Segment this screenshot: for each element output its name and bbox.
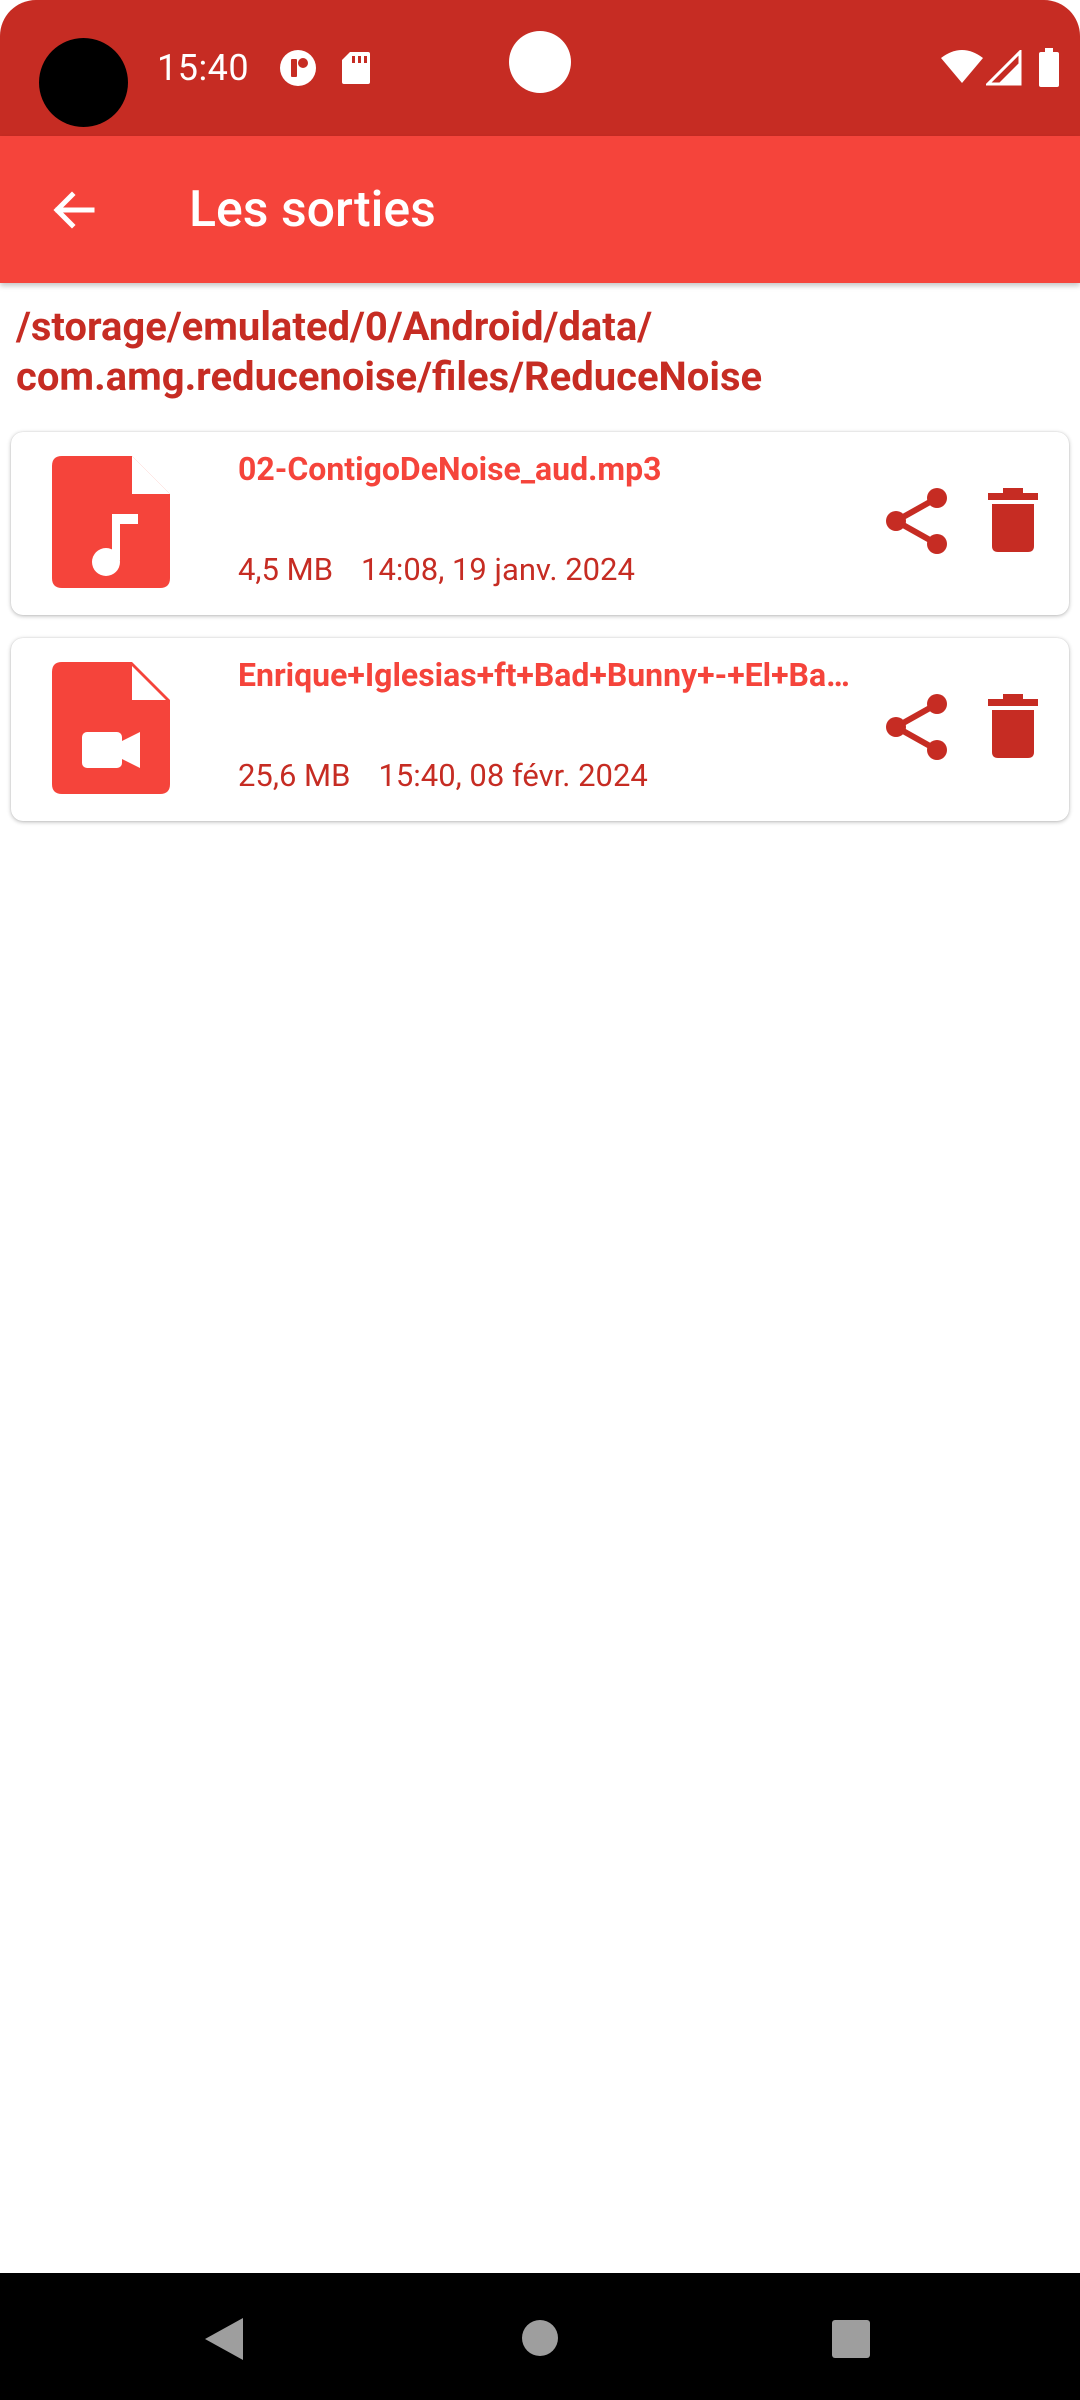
camera-cutout: [39, 38, 128, 127]
trash-icon[interactable]: [986, 488, 1040, 552]
page-title: Les sorties: [189, 181, 436, 239]
file-size: 25,6 MB: [238, 757, 351, 794]
status-time: 15:40: [157, 47, 250, 89]
file-meta: 25,6 MB 15:40, 08 févr. 2024: [238, 756, 648, 796]
front-sensor: [509, 31, 571, 93]
sd-card-icon: [342, 52, 370, 84]
status-bar: 15:40: [0, 0, 1080, 136]
signal-icon: [986, 50, 1022, 86]
output-folder-path: /storage/emulated/0/Android/data/ com.am…: [16, 303, 763, 400]
file-name: 02-ContigoDeNoise_aud.mp3: [238, 450, 662, 488]
home-circle-icon[interactable]: [521, 2319, 559, 2357]
file-date: 14:08, 19 janv. 2024: [361, 551, 635, 588]
recents-square-icon[interactable]: [831, 2319, 871, 2359]
file-list-item[interactable]: Enrique+Iglesias+ft+Bad+Bunny+-+El+Baño.…: [11, 638, 1069, 821]
video-file-icon: [52, 662, 170, 794]
arrow-back-icon[interactable]: [44, 180, 104, 240]
battery-icon: [1039, 48, 1059, 87]
file-meta: 4,5 MB 14:08, 19 janv. 2024: [238, 550, 635, 590]
trash-icon[interactable]: [986, 694, 1040, 758]
notification-app-icon: [280, 50, 316, 86]
share-icon[interactable]: [882, 486, 952, 556]
back-triangle-icon[interactable]: [203, 2316, 245, 2362]
audio-file-icon: [52, 456, 170, 588]
wifi-icon: [941, 50, 983, 83]
system-navigation-bar: [0, 2273, 1080, 2400]
share-icon[interactable]: [882, 692, 952, 762]
app-bar: Les sorties: [0, 136, 1080, 283]
file-size: 4,5 MB: [238, 551, 334, 588]
file-name: Enrique+Iglesias+ft+Bad+Bunny+-+El+Baño.…: [238, 656, 858, 694]
file-date: 15:40, 08 févr. 2024: [378, 757, 648, 794]
file-list-item[interactable]: 02-ContigoDeNoise_aud.mp3 4,5 MB 14:08, 1…: [11, 432, 1069, 615]
